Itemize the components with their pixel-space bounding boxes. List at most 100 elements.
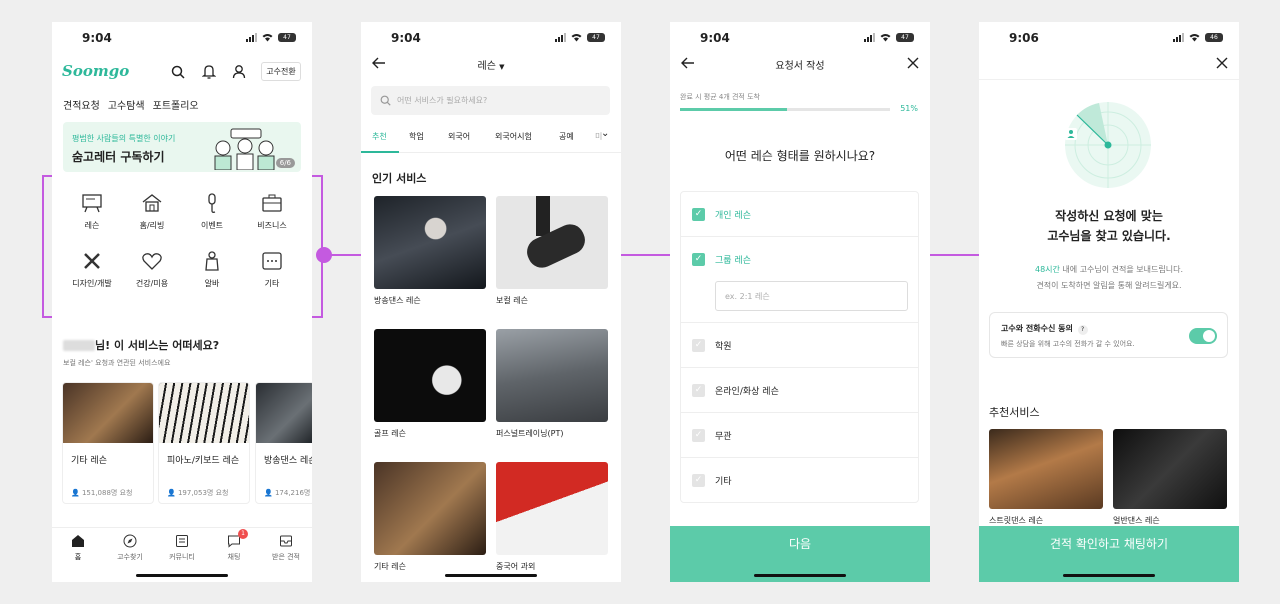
heading-line-1: 작성하신 요청에 맞는: [1055, 209, 1163, 223]
nav-chat[interactable]: 1 채팅: [208, 528, 260, 567]
checkbox-checked-icon[interactable]: ✓: [692, 253, 705, 266]
tab-recommended[interactable]: 추천: [372, 131, 387, 142]
bell-icon[interactable]: [202, 64, 216, 79]
nav-community[interactable]: 커뮤니티: [156, 528, 208, 567]
category-label: 알바: [204, 279, 220, 288]
consent-toggle[interactable]: [1189, 328, 1217, 344]
service-card[interactable]: 방송댄스 레슨 👤 174,216명: [255, 382, 312, 504]
service-tile[interactable]: 골프 레슨: [374, 329, 486, 439]
service-card[interactable]: 기타 레슨 👤 151,088명 요청: [62, 382, 154, 504]
category-health[interactable]: 건강/미용: [122, 250, 182, 289]
option-row[interactable]: ✓ 무관: [681, 413, 918, 458]
tile-label: 기타 레슨: [374, 562, 406, 571]
wifi-icon: [571, 34, 582, 42]
nav-home[interactable]: 홈: [52, 528, 104, 567]
heart-icon: [142, 253, 162, 270]
wifi-icon: [262, 34, 273, 42]
tab-academics[interactable]: 학업: [409, 131, 424, 142]
active-tab-underline: [361, 151, 399, 153]
info-line-2: 견적이 도착하면 알림을 통해 알려드릴게요.: [1036, 281, 1182, 290]
status-time: 9:04: [391, 31, 421, 45]
matching-info: 48시간 내에 고수님이 견적을 보내드립니다. 견적이 도착하면 알림을 통해…: [979, 262, 1239, 294]
recommend-subtitle: 보컬 레슨' 요청과 연관된 서비스에요: [63, 359, 171, 367]
newsletter-banner[interactable]: 평범한 사람들의 특별한 이야기 숨고레터 구독하기 6/6: [63, 122, 301, 172]
close-icon[interactable]: [1216, 57, 1228, 69]
tile-label: 얼반댄스 레슨: [1113, 516, 1160, 525]
option-row[interactable]: ✓ 학원: [681, 323, 918, 368]
checkbox-checked-icon[interactable]: ✓: [692, 208, 705, 221]
progress-percent: 51%: [900, 104, 918, 113]
group-lesson-input[interactable]: ex. 2:1 레슨: [715, 281, 908, 311]
option-row[interactable]: ✓ 개인 레슨: [681, 192, 918, 237]
category-event[interactable]: 이벤트: [182, 192, 242, 231]
option-row[interactable]: ✓ 온라인/화상 레슨: [681, 368, 918, 413]
app-logo[interactable]: Soomgo: [62, 62, 129, 80]
option-label: 개인 레슨: [715, 211, 751, 221]
checkbox-unchecked-icon[interactable]: ✓: [692, 429, 705, 442]
nav-label: 받은 견적: [272, 553, 300, 561]
card-count: 👤 197,053명 요청: [167, 489, 229, 497]
service-tile[interactable]: 기타 레슨: [374, 462, 486, 572]
category-label: 홈/리빙: [139, 221, 165, 230]
request-form-screen: 9:04 47 요청서 작성 완료 시 평균 4개 견적 도착 51% 어떤 레…: [670, 22, 930, 582]
mode-switch-button[interactable]: 고수전환: [261, 62, 301, 81]
category-design-dev[interactable]: 디자인/개발: [62, 250, 122, 289]
chat-badge: 1: [238, 529, 248, 539]
header-divider: [979, 79, 1239, 80]
chinese-flag-photo: [496, 462, 608, 555]
wifi-icon: [880, 34, 891, 42]
home-indicator: [136, 574, 228, 577]
search-bar[interactable]: 어떤 서비스가 필요하세요?: [371, 86, 610, 115]
nav-label: 커뮤니티: [169, 553, 195, 561]
tab-foreign-language[interactable]: 외국어: [448, 131, 470, 142]
tile-label: 보컬 레슨: [496, 296, 528, 305]
service-tile[interactable]: 중국어 과외: [496, 462, 608, 572]
checkbox-unchecked-icon[interactable]: ✓: [692, 384, 705, 397]
option-row[interactable]: ✓ 그룹 레슨 ex. 2:1 레슨: [681, 237, 918, 323]
service-card[interactable]: 피아노/키보드 레슨 👤 197,053명 요청: [158, 382, 250, 504]
category-other[interactable]: 기타: [242, 250, 302, 289]
nav-received-quotes[interactable]: 받은 견적: [260, 528, 312, 567]
tab-crafts[interactable]: 공예: [559, 131, 574, 142]
chevron-down-icon[interactable]: ⌄: [601, 128, 609, 139]
signal-icon: [555, 33, 566, 42]
info-highlight: 48시간: [1034, 265, 1060, 274]
category-lesson[interactable]: 레슨: [62, 192, 122, 231]
user-icon[interactable]: [232, 64, 246, 79]
bottom-nav: 홈 고수찾기 커뮤니티 1 채팅 받은 견적: [52, 527, 312, 567]
tab-portfolio[interactable]: 포트폴리오: [153, 97, 199, 112]
wifi-icon: [1189, 34, 1200, 42]
option-label: 그룹 레슨: [715, 256, 751, 266]
question-title: 어떤 레슨 형태를 원하시나요?: [724, 149, 876, 163]
info-line-1: 내에 고수님이 견적을 보내드립니다.: [1059, 265, 1184, 274]
service-tile[interactable]: 방송댄스 레슨: [374, 196, 486, 306]
option-row[interactable]: ✓ 기타: [681, 458, 918, 502]
service-tile[interactable]: 보컬 레슨: [496, 196, 608, 306]
help-icon[interactable]: ?: [1077, 325, 1088, 335]
whiteboard-icon: [82, 194, 102, 213]
category-home[interactable]: 홈/리빙: [122, 192, 182, 231]
blurred-username: [63, 339, 95, 351]
option-label: 기타: [715, 477, 732, 487]
tile-label: 골프 레슨: [374, 429, 406, 438]
nav-find-pro[interactable]: 고수찾기: [104, 528, 156, 567]
category-title-dropdown[interactable]: 레슨 ▼: [361, 57, 621, 72]
category-parttime[interactable]: 알바: [182, 250, 242, 289]
category-business[interactable]: 비즈니스: [242, 192, 302, 231]
heading-line-2: 고수님을 찾고 있습니다.: [1047, 229, 1171, 243]
close-icon[interactable]: [907, 57, 919, 69]
tab-language-test[interactable]: 외국어시험: [495, 131, 532, 142]
status-bar: 9:04 47: [52, 22, 312, 52]
tab-explore[interactable]: 고수탐색: [108, 97, 145, 112]
service-tile[interactable]: 퍼스널트레이닝(PT): [496, 329, 608, 439]
recommend-tile[interactable]: 얼반댄스 레슨: [1113, 429, 1227, 526]
checkbox-unchecked-icon[interactable]: ✓: [692, 339, 705, 352]
checkbox-unchecked-icon[interactable]: ✓: [692, 474, 705, 487]
banner-illustration: [214, 128, 275, 170]
recommend-tile[interactable]: 스트릿댄스 레슨: [989, 429, 1103, 526]
signal-icon: [246, 33, 257, 42]
search-icon[interactable]: [171, 65, 185, 79]
tab-request[interactable]: 견적요청: [63, 97, 100, 112]
group-lesson-placeholder: ex. 2:1 레슨: [725, 292, 770, 301]
progress-track: [680, 108, 890, 111]
